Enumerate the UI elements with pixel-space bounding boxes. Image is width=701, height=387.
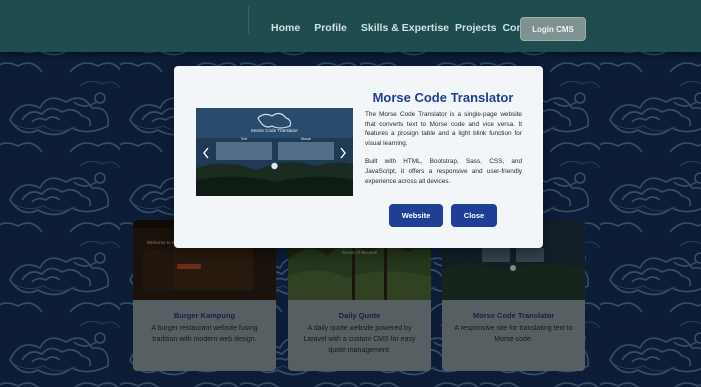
login-cms-button[interactable]: Login CMS xyxy=(520,17,586,41)
modal-description: The Morse Code Translator is a single-pa… xyxy=(365,110,522,195)
project-modal: Morse Code Translator Text Morse Morse C… xyxy=(174,66,543,248)
preview-app-title: Morse Code Translator xyxy=(251,128,298,133)
nav-divider xyxy=(248,6,249,34)
website-button[interactable]: Website xyxy=(389,204,443,227)
nav-link-profile[interactable]: Profile xyxy=(314,22,347,34)
modal-preview-image: Morse Code Translator Text Morse xyxy=(196,108,353,196)
navbar: Home Profile Skills & Expertise Projects… xyxy=(0,0,701,52)
close-button[interactable]: Close xyxy=(451,204,497,227)
preview-morse-label: Morse xyxy=(301,137,311,141)
modal-paragraph-2: Built with HTML, Bootstrap, Sass, CSS, a… xyxy=(365,158,522,185)
nav-link-skills[interactable]: Skills & Expertise xyxy=(361,22,449,34)
nav-link-projects[interactable]: Projects xyxy=(455,22,496,34)
nav-links: Home Profile Skills & Expertise Projects… xyxy=(271,22,542,34)
modal-paragraph-1: The Morse Code Translator is a single-pa… xyxy=(365,111,522,147)
modal-title: Morse Code Translator xyxy=(372,90,514,105)
preview-text-label: Text xyxy=(241,137,248,141)
nav-link-home[interactable]: Home xyxy=(271,22,300,34)
